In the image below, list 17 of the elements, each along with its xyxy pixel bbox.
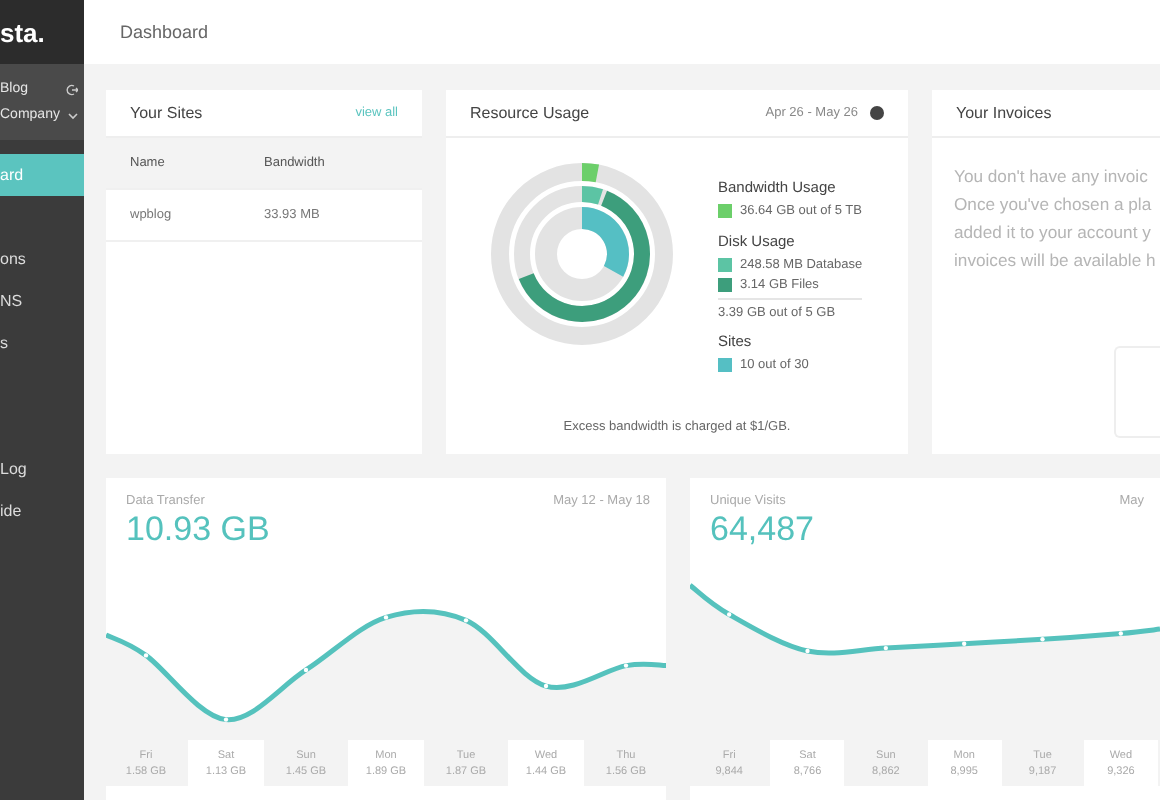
nav-item[interactable]: ons [0,238,84,280]
nav-item[interactable]: NS [0,280,84,322]
empty-message: You don't have any invoic [954,164,1150,190]
nav-item[interactable]: s [0,322,84,364]
empty-message: invoices will be available h [954,248,1158,274]
chevron-down-icon[interactable] [68,111,78,119]
nav-item[interactable]: Log [0,448,84,490]
card-title: Your Sites [130,104,203,122]
card-title: Resource Usage [470,104,590,122]
logout-icon[interactable] [66,83,78,95]
stat-value: 64,487 [710,510,814,550]
empty-message: Once you've chosen a pla [954,192,1154,218]
stat-value: 10.93 GB [126,510,270,550]
empty-message: added it to your account y [954,220,1153,246]
page-title: Dashboard [120,22,209,42]
nav-item[interactable]: ide [0,490,84,532]
card-title: Your Invoices [956,104,1052,122]
